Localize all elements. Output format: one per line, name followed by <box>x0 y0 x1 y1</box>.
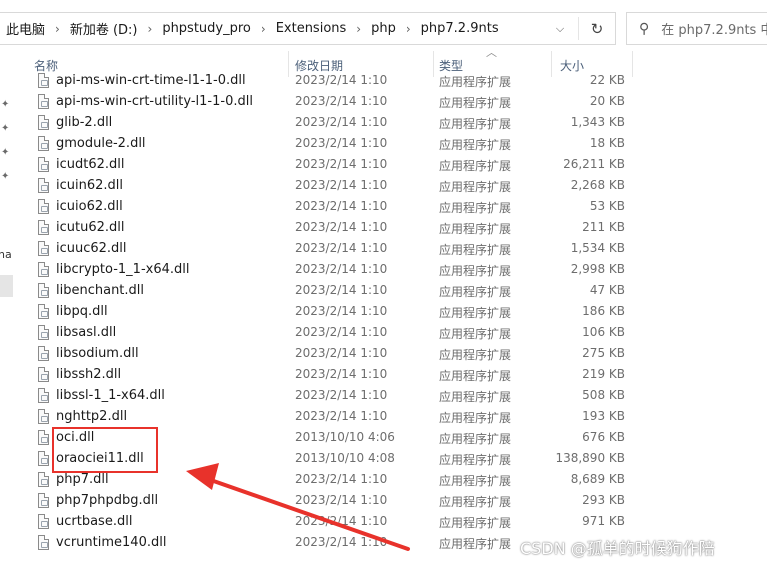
watermark-text: CSDN @孤单的时候狗作陪 <box>520 539 715 558</box>
annotation-arrow <box>186 463 410 551</box>
